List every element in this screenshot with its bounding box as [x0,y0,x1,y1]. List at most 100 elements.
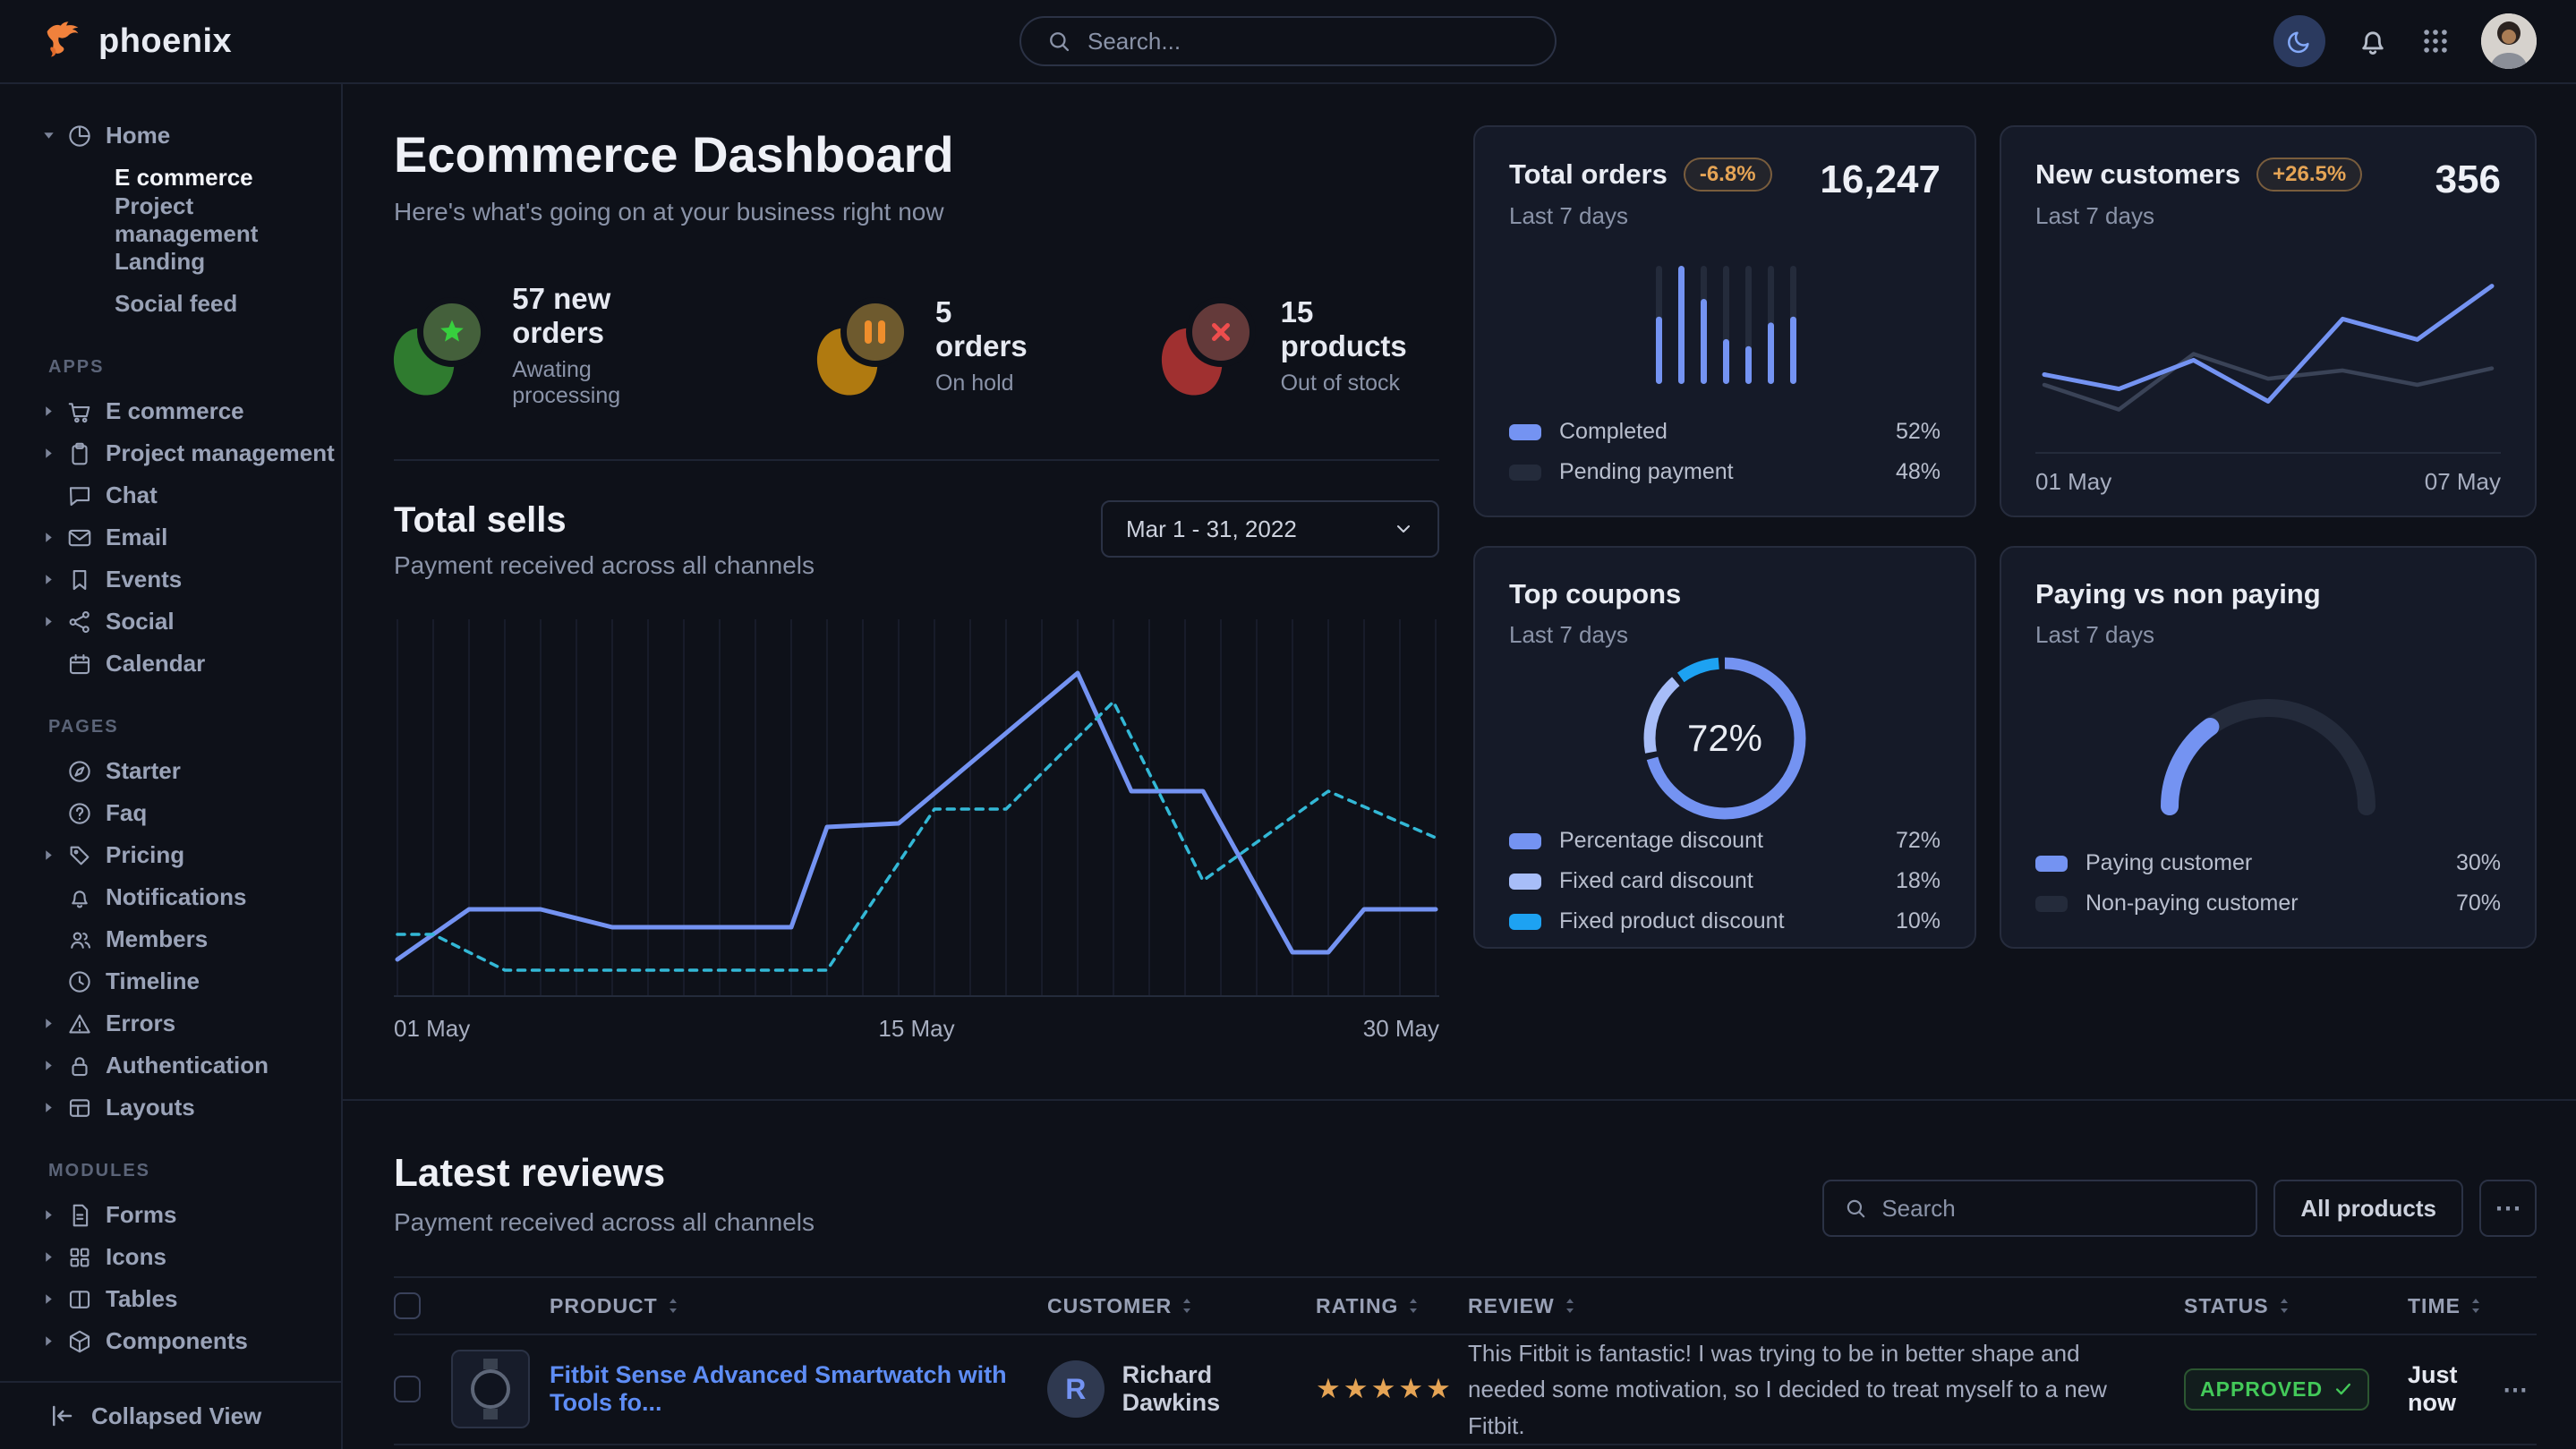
sidebar-item-project-management[interactable]: Project management [0,432,341,474]
sidebar-item-notifications[interactable]: Notifications [0,876,341,918]
column-header-time[interactable]: TIME [2408,1294,2503,1318]
reviews-more-button[interactable]: ⋯ [2479,1180,2537,1237]
new-customers-change-badge: +26.5% [2256,158,2362,192]
search-icon [1046,29,1071,54]
section-divider [343,1099,2576,1101]
sidebar-item-layouts[interactable]: Layouts [0,1087,341,1129]
row-checkbox[interactable] [394,1376,421,1402]
apps-grid-icon [2420,26,2451,56]
caret-right-icon [43,616,66,627]
reviews-search-input[interactable]: Search [1822,1180,2257,1237]
date-range-value: Mar 1 - 31, 2022 [1126,516,1297,543]
column-header-product[interactable]: PRODUCT [550,1294,1047,1318]
caret-right-icon [43,849,66,861]
user-avatar[interactable] [2481,13,2537,69]
all-products-button[interactable]: All products [2273,1180,2463,1237]
sidebar-item-authentication[interactable]: Authentication [0,1044,341,1087]
calendar-icon [66,651,106,678]
sidebar-item-starter[interactable]: Starter [0,750,341,792]
apps-grid-button[interactable] [2420,26,2451,56]
legend-swatch [1509,914,1541,930]
sidebar-item-timeline[interactable]: Timeline [0,960,341,1002]
table-row: Fitbit Sense Advanced Smartwatch with To… [394,1335,2537,1445]
new-customers-period: Last 7 days [2035,202,2362,230]
sidebar-item-members[interactable]: Members [0,918,341,960]
sidebar-item-icons[interactable]: Icons [0,1236,341,1278]
product-thumbnail[interactable] [451,1350,530,1428]
total-orders-value: 16,247 [1820,158,1941,202]
kpi-cards: Total orders -6.8% Last 7 days 16,247 Co… [1473,125,2537,1051]
top-coupons-legend: Percentage discount 72% Fixed card disco… [1509,828,1941,934]
sidebar-item-chat[interactable]: Chat [0,474,341,516]
sidebar-item-faq[interactable]: Faq [0,792,341,834]
top-navbar: phoenix Search... [0,0,2576,84]
legend-swatch [1509,833,1541,849]
sidebar-section-apps: APPS [0,357,341,378]
collapsed-view-label: Collapsed View [91,1402,261,1430]
sidebar-subitem-social-feed[interactable]: Social feed [0,283,341,325]
column-header-rating[interactable]: RATING [1316,1294,1468,1318]
select-all-checkbox[interactable] [394,1292,421,1319]
sidebar-item-errors[interactable]: Errors [0,1002,341,1044]
sidebar-item-home[interactable]: Home [0,115,341,157]
sidebar-item-forms[interactable]: Forms [0,1194,341,1236]
sidebar-section-pages: PAGES [0,717,341,737]
column-header-review[interactable]: REVIEW [1468,1294,2184,1318]
search-icon [1844,1197,1867,1220]
collapsed-view-toggle[interactable]: Collapsed View [0,1381,341,1449]
caret-down-icon [43,130,66,141]
box-icon [66,1328,106,1355]
sidebar-subitem-project-management[interactable]: Project management [0,199,341,241]
caret-right-icon [43,1293,66,1305]
new-customers-value: 356 [2435,158,2501,202]
sidebar-item-calendar[interactable]: Calendar [0,643,341,685]
caret-right-icon [43,1102,66,1113]
latest-reviews-subtitle: Payment received across all channels [394,1208,815,1237]
sidebar-item-events[interactable]: Events [0,558,341,601]
new-customers-card: New customers +26.5% Last 7 days 356 01 … [2000,125,2537,517]
page-subtitle: Here's what's going on at your business … [394,198,1439,226]
date-range-select[interactable]: Mar 1 - 31, 2022 [1101,500,1439,558]
sidebar-item-tables[interactable]: Tables [0,1278,341,1320]
brand-logo[interactable]: phoenix [39,18,232,64]
warning-triangle-icon [66,1010,106,1037]
total-orders-card: Total orders -6.8% Last 7 days 16,247 Co… [1473,125,1976,517]
icons-grid-icon [66,1244,106,1271]
row-more-button[interactable]: ⋯ [2503,1375,2533,1404]
sidebar-item-e-commerce[interactable]: E commerce [0,390,341,432]
bookmark-icon [66,567,106,593]
sidebar-item-social[interactable]: Social [0,601,341,643]
question-circle-icon [66,800,106,827]
stats-divider [394,459,1439,461]
navbar-search-input[interactable]: Search... [1019,16,1557,66]
total-orders-bar-chart [1509,230,1941,419]
x-tick-label: 30 May [1363,1015,1439,1043]
product-link[interactable]: Fitbit Sense Advanced Smartwatch with To… [550,1361,1047,1417]
caret-right-icon [43,1018,66,1029]
legend-fixed-product-discount: Fixed product discount 10% [1509,908,1941,934]
paying-gauge-chart [2035,649,2501,850]
x-tick-label: 01 May [2035,468,2111,496]
top-coupons-card: Top coupons Last 7 days 72% Percentage d… [1473,546,1976,949]
stat-on-hold: 5 orders On hold [817,282,1046,409]
sidebar-section-modules: MODULES [0,1161,341,1181]
legend-swatch [2035,896,2068,912]
total-sells-subtitle: Payment received across all channels [394,551,815,580]
sidebar-item-email[interactable]: Email [0,516,341,558]
sidebar-item-components[interactable]: Components [0,1320,341,1362]
notifications-button[interactable] [2356,24,2390,58]
paying-legend: Paying customer 30% Non-paying customer … [2035,850,2501,916]
review-text: This Fitbit is fantastic! I was trying t… [1468,1335,2184,1444]
column-header-customer[interactable]: CUSTOMER [1047,1294,1316,1318]
column-header-status[interactable]: STATUS [2184,1294,2408,1318]
bell-icon [66,884,106,911]
share-icon [66,609,106,635]
caret-right-icon [43,1209,66,1221]
paying-title: Paying vs non paying [2035,578,2321,609]
legend-paying-customer: Paying customer 30% [2035,850,2501,876]
sidebar-item-pricing[interactable]: Pricing [0,834,341,876]
envelope-icon [66,524,106,551]
legend-swatch [1509,874,1541,890]
theme-toggle-button[interactable] [2273,15,2325,67]
reviews-table: PRODUCT CUSTOMER RATING REVIEW STATUS TI… [394,1276,2537,1449]
